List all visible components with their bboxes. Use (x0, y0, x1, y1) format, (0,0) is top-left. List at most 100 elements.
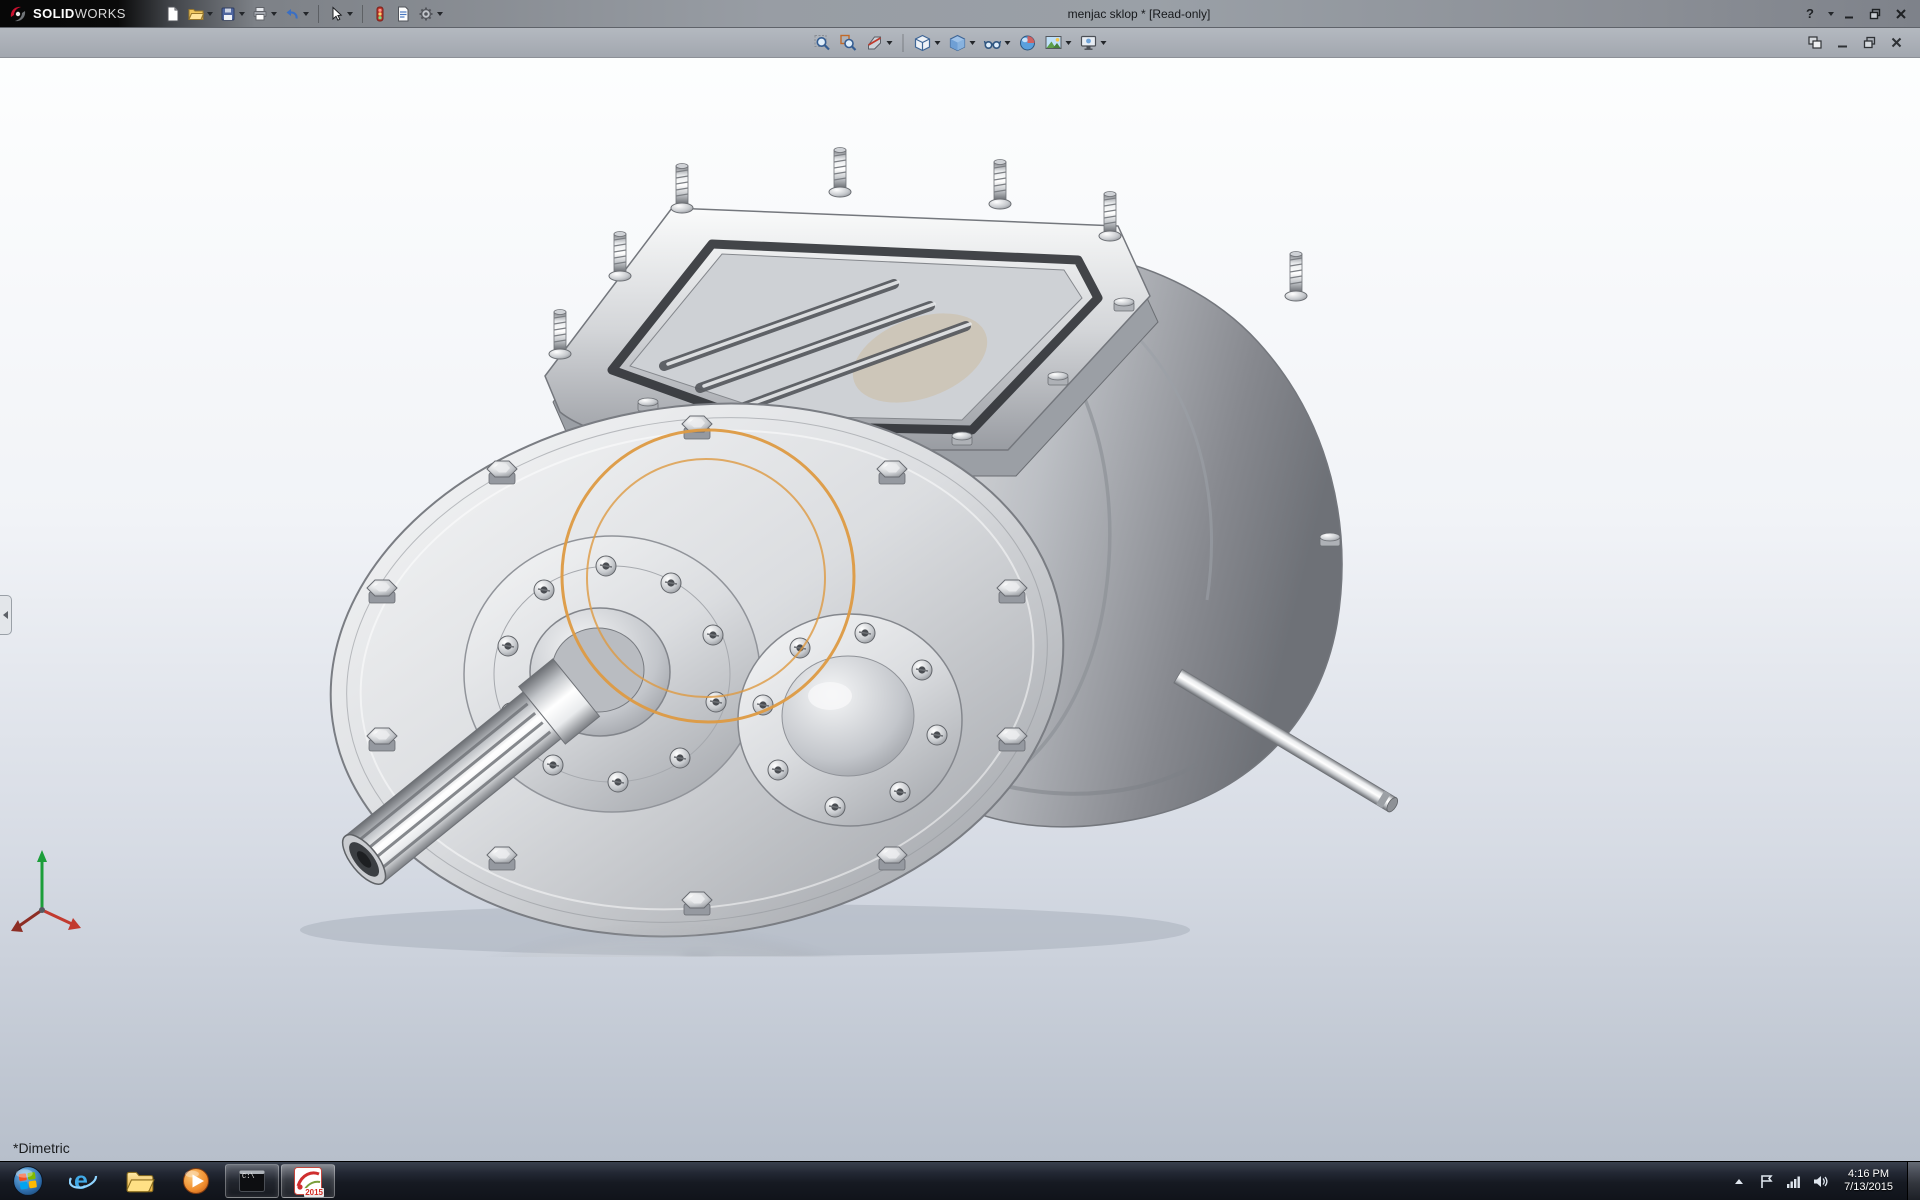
file-properties-icon (395, 6, 411, 22)
taskbar: e (0, 1161, 1920, 1200)
viewport-canvas[interactable] (0, 58, 1920, 1161)
taskbar-item-solidworks[interactable]: 2015 (281, 1164, 335, 1198)
brand-text: SOLIDWORKS (33, 6, 126, 21)
heads-up-view-toolbar (811, 31, 1110, 55)
hide-show-glasses-icon (984, 34, 1002, 52)
svg-text:e: e (74, 1167, 88, 1195)
undo-icon (284, 6, 300, 22)
view-settings-caret[interactable] (1101, 41, 1107, 45)
gearbox-model[interactable] (296, 148, 1400, 983)
internet-explorer-icon: e (69, 1166, 99, 1196)
close-button[interactable] (1890, 4, 1912, 24)
media-player-icon (181, 1166, 211, 1196)
select-dropdown-caret[interactable] (347, 12, 353, 16)
hide-show-items-button[interactable] (981, 31, 1014, 55)
display-style-button[interactable] (946, 31, 979, 55)
command-prompt-icon (238, 1167, 266, 1195)
print-dropdown-caret[interactable] (271, 12, 277, 16)
print-button[interactable] (249, 3, 280, 25)
minimize-icon (1843, 8, 1855, 20)
window-title: menjac sklop * [Read-only] (1068, 7, 1211, 21)
save-button[interactable] (217, 3, 248, 25)
rebuild-button[interactable] (369, 3, 391, 25)
apply-scene-icon (1045, 34, 1063, 52)
open-button[interactable] (185, 3, 216, 25)
doc-close-button[interactable] (1886, 34, 1906, 52)
doc-minimize-icon (1836, 36, 1849, 49)
view-orientation-button[interactable] (911, 31, 944, 55)
network-icon[interactable] (1784, 1169, 1802, 1193)
doc-close-icon (1890, 36, 1903, 49)
file-properties-button[interactable] (392, 3, 414, 25)
arrange-windows-icon (1808, 36, 1822, 49)
help-dropdown-caret[interactable] (1828, 12, 1834, 16)
taskbar-item-windows-explorer[interactable] (113, 1164, 167, 1198)
zoom-to-area-icon (840, 34, 858, 52)
restore-icon (1869, 8, 1881, 20)
hide-show-caret[interactable] (1005, 41, 1011, 45)
undo-dropdown-caret[interactable] (303, 12, 309, 16)
view-settings-button[interactable] (1077, 31, 1110, 55)
featuremanager-collapsed-tab[interactable] (0, 595, 12, 635)
taskbar-item-media-player[interactable] (169, 1164, 223, 1198)
graphics-viewport[interactable]: *Dimetric (0, 58, 1920, 1161)
options-dropdown-caret[interactable] (437, 12, 443, 16)
edit-appearance-button[interactable] (1016, 31, 1040, 55)
doc-restore-button[interactable] (1859, 34, 1879, 52)
taskbar-clock[interactable]: 4:16 PM 7/13/2015 (1838, 1168, 1899, 1194)
edit-appearance-ball-icon (1019, 34, 1037, 52)
doc-minimize-button[interactable] (1832, 34, 1852, 52)
save-dropdown-caret[interactable] (239, 12, 245, 16)
command-prompt-glyph: C:\ (242, 1174, 255, 1181)
section-view-caret[interactable] (887, 41, 893, 45)
display-style-caret[interactable] (970, 41, 976, 45)
zoom-to-fit-button[interactable] (811, 31, 835, 55)
start-button[interactable] (1, 1164, 55, 1198)
show-desktop-button[interactable] (1907, 1162, 1920, 1200)
toolbar-separator (362, 5, 363, 23)
taskbar-item-internet-explorer[interactable]: e (57, 1164, 111, 1198)
system-tray: 4:16 PM 7/13/2015 (1720, 1162, 1903, 1200)
solidworks-logo: SOLIDWORKS (0, 0, 136, 27)
show-hidden-icons-button[interactable] (1730, 1169, 1748, 1193)
new-document-button[interactable] (162, 3, 184, 25)
output-bearing-cover[interactable] (738, 614, 962, 826)
select-cursor-icon (328, 6, 344, 22)
minimize-button[interactable] (1838, 4, 1860, 24)
open-folder-icon (188, 6, 204, 22)
zoom-to-fit-icon (814, 34, 832, 52)
collapse-arrow-icon (3, 611, 8, 619)
action-center-icon[interactable] (1757, 1169, 1775, 1193)
open-dropdown-caret[interactable] (207, 12, 213, 16)
quick-access-toolbar (162, 3, 446, 25)
apply-scene-caret[interactable] (1066, 41, 1072, 45)
folder-icon (125, 1166, 155, 1196)
undo-button[interactable] (281, 3, 312, 25)
toolbar-separator (903, 34, 904, 52)
doc-restore-icon (1863, 36, 1876, 49)
document-window-controls (1805, 34, 1920, 52)
solidworks-version-badge: 2015 (304, 1188, 324, 1197)
view-orientation-caret[interactable] (935, 41, 941, 45)
taskbar-item-command-prompt[interactable]: C:\ (225, 1164, 279, 1198)
solidworks-swirl-icon (8, 4, 28, 24)
view-orientation-cube-icon (914, 34, 932, 52)
volume-icon[interactable] (1811, 1169, 1829, 1193)
clock-date: 7/13/2015 (1844, 1181, 1893, 1194)
select-button[interactable] (325, 3, 356, 25)
arrange-windows-button[interactable] (1805, 34, 1825, 52)
hidden-icons-arrow-icon (1735, 1179, 1743, 1184)
section-view-button[interactable] (863, 31, 896, 55)
display-style-icon (949, 34, 967, 52)
window-controls: ? (1799, 4, 1920, 24)
orientation-triad (11, 850, 81, 932)
help-button[interactable]: ? (1799, 4, 1821, 24)
new-document-icon (165, 6, 181, 22)
section-view-icon (866, 34, 884, 52)
print-icon (252, 6, 268, 22)
zoom-to-area-button[interactable] (837, 31, 861, 55)
options-button[interactable] (415, 3, 446, 25)
restore-button[interactable] (1864, 4, 1886, 24)
toolbar-separator (318, 5, 319, 23)
apply-scene-button[interactable] (1042, 31, 1075, 55)
